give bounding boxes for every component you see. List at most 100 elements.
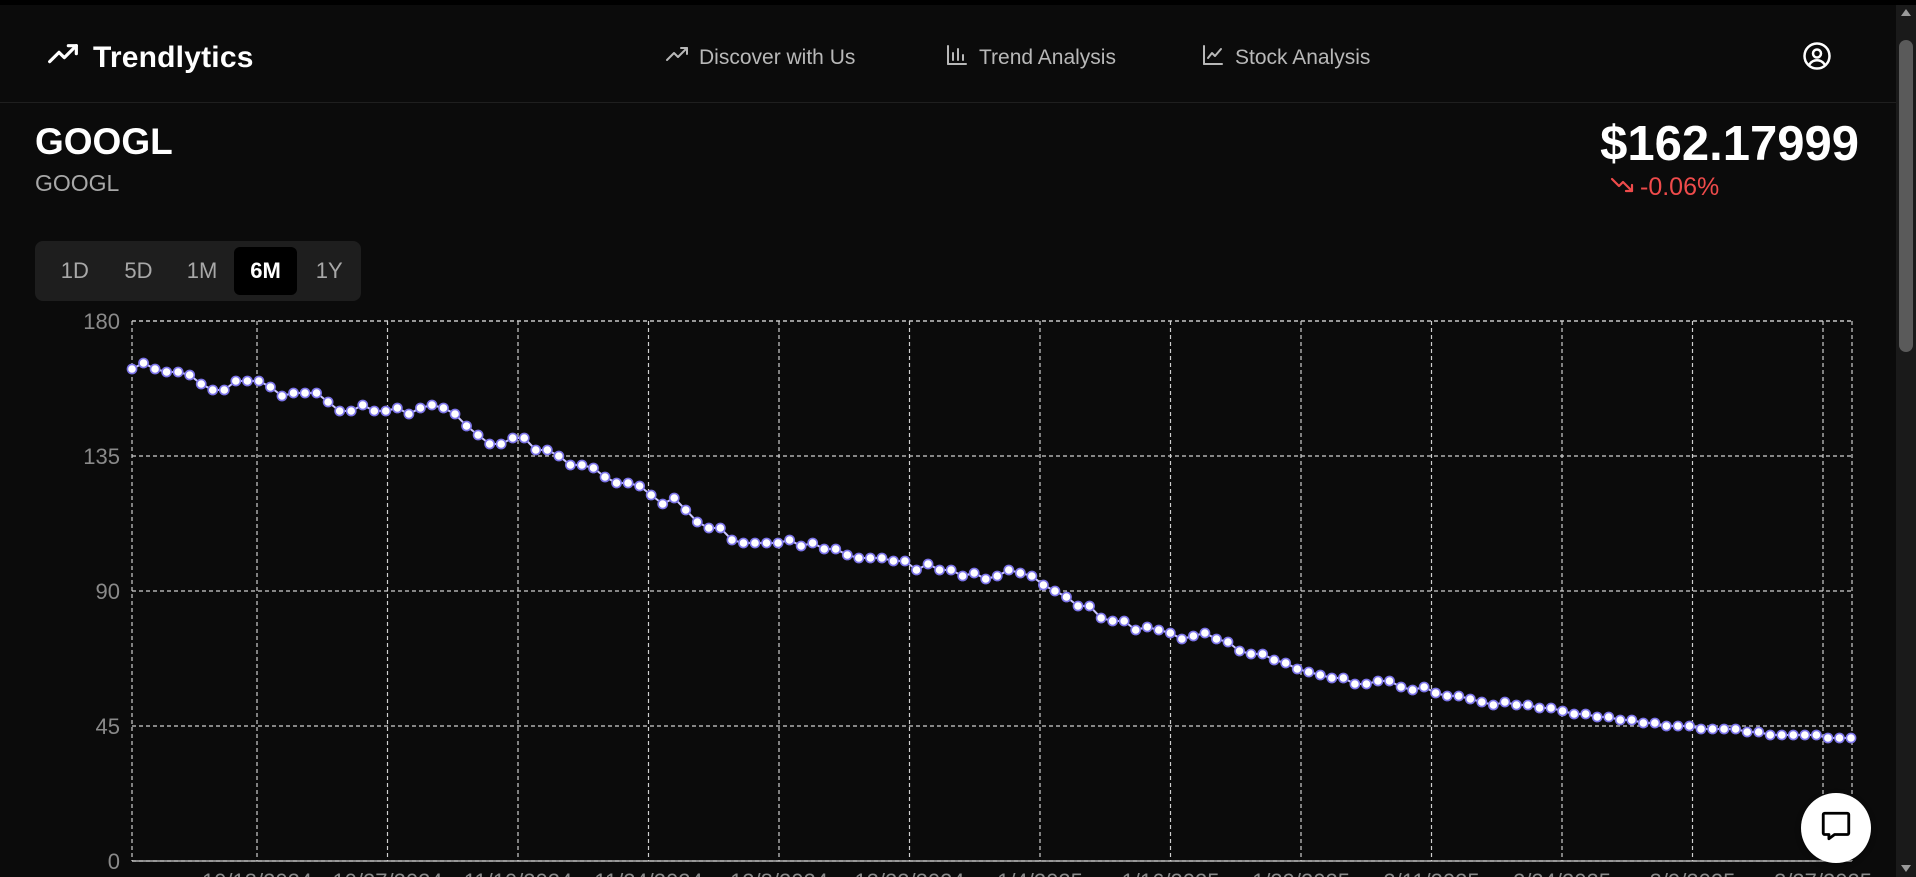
scrollbar-thumb[interactable] (1899, 40, 1913, 352)
data-point (1545, 702, 1557, 714)
data-point (957, 570, 969, 582)
data-point (1095, 612, 1107, 624)
data-point (1764, 729, 1776, 741)
data-point (622, 477, 634, 489)
data-point (1049, 585, 1061, 597)
stock-name: GOOGL (35, 170, 120, 196)
x-tick-label: 12/22/2024 (854, 869, 964, 877)
data-point (588, 462, 599, 474)
nav-label: Stock Analysis (1235, 46, 1371, 69)
x-tick-label: 11/10/2024 (464, 869, 572, 877)
nav-label: Trend Analysis (979, 46, 1116, 69)
bar-chart-icon (945, 43, 969, 73)
trending-down-icon (1610, 172, 1634, 203)
data-point (299, 387, 311, 399)
nav-stock-analysis[interactable]: Stock Analysis (1201, 43, 1421, 73)
data-point (276, 390, 288, 402)
data-point (1753, 726, 1765, 738)
data-point (634, 480, 646, 492)
data-point (1534, 702, 1545, 714)
data-point (1487, 699, 1499, 711)
data-point (853, 552, 865, 564)
data-point (911, 564, 922, 576)
range-5d-button[interactable]: 5D (107, 247, 171, 295)
data-point (922, 558, 934, 570)
price-change: -0.06% (1610, 172, 1719, 203)
data-point (357, 399, 369, 411)
data-point (1118, 615, 1130, 627)
data-point (1672, 720, 1684, 732)
data-point (265, 381, 276, 393)
data-point (1153, 624, 1165, 636)
data-point (161, 366, 173, 378)
range-1d-button[interactable]: 1D (43, 247, 107, 295)
data-point (518, 432, 530, 444)
data-point (1384, 675, 1395, 687)
data-point (380, 405, 392, 417)
data-point (495, 438, 507, 450)
data-point (1176, 633, 1188, 645)
trending-up-icon (47, 39, 79, 76)
x-tick-label: 10/27/2024 (332, 869, 442, 877)
y-tick-label: 180 (83, 309, 120, 334)
data-point (1072, 600, 1084, 612)
data-point (1026, 570, 1038, 582)
x-tick-label: 11/24/2024 (594, 869, 702, 877)
range-6m-button[interactable]: 6M (233, 247, 298, 295)
top-navbar: Trendlytics Discover with Us Trend Analy… (0, 5, 1896, 103)
data-point (1718, 723, 1730, 735)
data-point (1787, 729, 1799, 741)
data-point (1141, 621, 1153, 633)
y-tick-label: 45 (96, 714, 120, 739)
user-circle-icon[interactable] (1802, 41, 1832, 76)
range-1m-button[interactable]: 1M (170, 247, 234, 295)
scroll-up-arrow-icon[interactable] (1901, 9, 1911, 16)
vertical-scrollbar[interactable] (1896, 5, 1916, 877)
nav-discover[interactable]: Discover with Us (665, 43, 945, 73)
x-tick-label: 1/29/2025 (1252, 869, 1350, 877)
trending-up-icon (665, 43, 689, 73)
brand[interactable]: Trendlytics (47, 39, 254, 76)
price-chart: 0 45 90 135 180 10/13/2024 10/27/2024 11/10/202… (83, 309, 1872, 877)
data-point (1799, 729, 1811, 741)
data-point (1407, 684, 1418, 696)
data-point (415, 402, 426, 414)
data-point (1211, 633, 1222, 645)
y-tick-label: 0 (108, 849, 120, 874)
data-point (1441, 690, 1453, 702)
data-point (391, 402, 403, 414)
data-point (888, 555, 899, 567)
data-point (1418, 681, 1430, 693)
data-point (668, 492, 680, 504)
data-point (484, 438, 496, 450)
nav-label: Discover with Us (699, 46, 856, 69)
x-tick-label: 2/24/2025 (1513, 869, 1611, 877)
price-series-line (131, 361, 1851, 739)
data-point (322, 396, 334, 408)
range-1y-button[interactable]: 1Y (297, 247, 361, 295)
y-tick-label: 135 (83, 444, 120, 469)
data-point (1741, 726, 1753, 738)
data-point (1372, 675, 1384, 687)
nav-trend-analysis[interactable]: Trend Analysis (945, 43, 1201, 73)
price-change-value: -0.06% (1640, 173, 1720, 201)
data-point (1395, 681, 1407, 693)
x-tick-label: 1/4/2025 (997, 869, 1083, 877)
data-point (1834, 732, 1845, 744)
data-point (553, 450, 565, 462)
data-point (1464, 693, 1476, 705)
data-point (438, 402, 449, 414)
data-point (761, 537, 772, 549)
data-point (1707, 723, 1718, 735)
chat-bubble-icon (1819, 809, 1853, 848)
data-point (611, 477, 622, 489)
data-point (1810, 729, 1822, 741)
data-point (1649, 717, 1661, 729)
data-point (241, 375, 253, 387)
data-point (1430, 687, 1442, 699)
scroll-down-arrow-icon[interactable] (1901, 865, 1911, 872)
data-point (680, 504, 692, 516)
data-point (749, 537, 761, 549)
chat-button[interactable] (1801, 793, 1871, 863)
data-point (1061, 591, 1072, 603)
